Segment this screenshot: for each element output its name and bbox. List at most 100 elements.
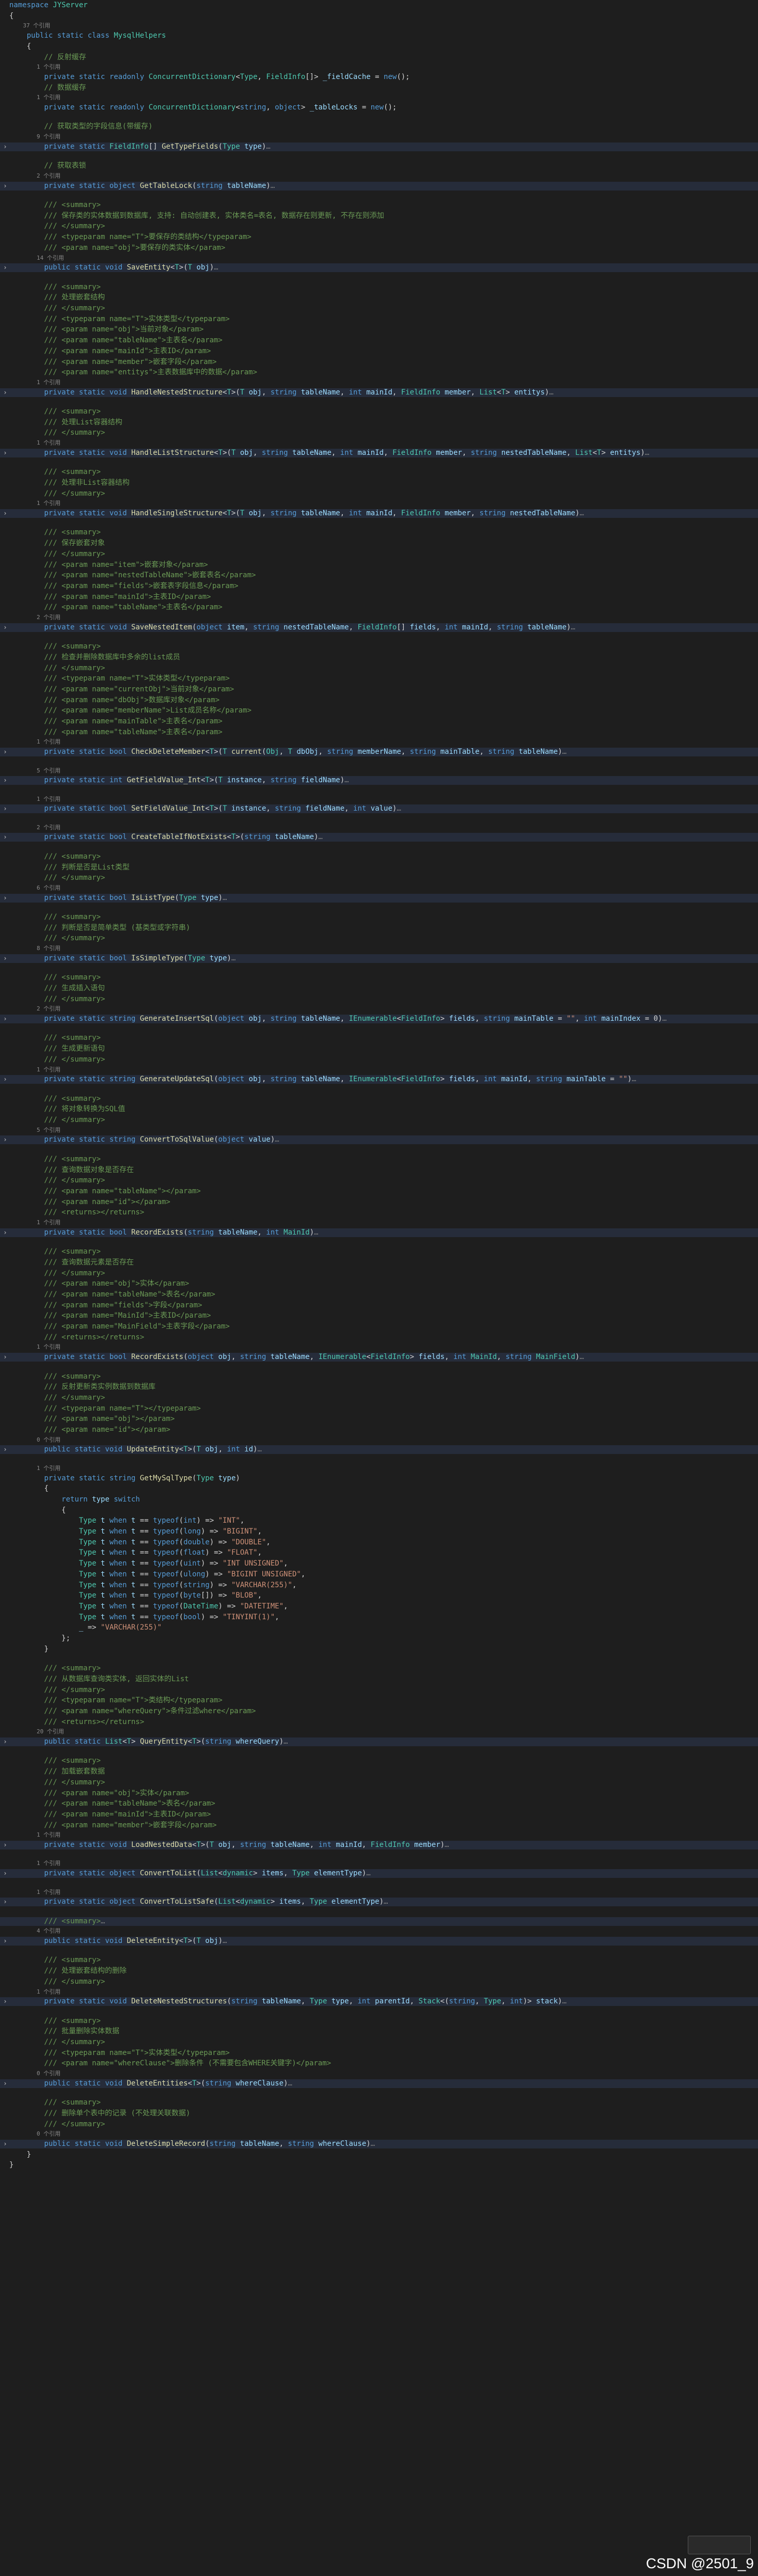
code-editor[interactable]: namespace JYServer { 37 个引用 public static…	[0, 0, 758, 2576]
reference-count-lens[interactable]: 1 个引用	[0, 64, 758, 71]
reference-count-lens[interactable]: 5 个引用	[0, 767, 758, 775]
expand-chevron-icon[interactable]: ›	[2, 263, 8, 272]
comment-line: /// <param name="mainId">主表ID</param>	[9, 1810, 211, 1819]
reference-count-lens[interactable]: 2 个引用	[0, 824, 758, 831]
comment-line: /// </summary>	[9, 2038, 105, 2046]
expand-chevron-icon[interactable]: ›	[2, 1228, 8, 1237]
expand-chevron-icon[interactable]: ›	[2, 449, 8, 457]
reference-count-lens[interactable]: 9 个引用	[0, 133, 758, 140]
reference-count-lens[interactable]: 0 个引用	[0, 2070, 758, 2077]
expand-chevron-icon[interactable]: ›	[2, 623, 8, 632]
reference-count-lens[interactable]: 1 个引用	[0, 94, 758, 101]
code-line: };	[61, 1634, 71, 1642]
comment-line: /// </summary>	[9, 1116, 105, 1124]
comment-line: /// 反射更新类实例数据到数据库	[9, 1383, 156, 1392]
expand-chevron-icon[interactable]: ›	[2, 748, 8, 756]
reference-count-lens[interactable]: 8 个引用	[0, 945, 758, 952]
reference-count-lens[interactable]: 1 个引用	[0, 1344, 758, 1351]
expand-chevron-icon[interactable]: ›	[2, 1898, 8, 1906]
expand-chevron-icon[interactable]: ›	[2, 182, 8, 191]
expand-chevron-icon[interactable]: ›	[2, 1937, 8, 1946]
comment-line: /// <typeparam name="T"></typeparam>	[9, 1404, 201, 1413]
expand-chevron-icon[interactable]: ›	[2, 388, 8, 397]
expand-chevron-icon[interactable]: ›	[2, 1075, 8, 1084]
reference-count-lens[interactable]: 1 个引用	[0, 738, 758, 746]
reference-count-lens[interactable]: 1 个引用	[0, 1988, 758, 1996]
expand-chevron-icon[interactable]: ›	[2, 2140, 8, 2148]
expand-chevron-icon[interactable]: ›	[2, 954, 8, 963]
collapsed-method: private static string ConvertToSqlValue(…	[0, 1135, 758, 1145]
reference-count-lens[interactable]: 1 个引用	[0, 1831, 758, 1839]
expand-chevron-icon[interactable]: ›	[2, 1445, 8, 1454]
comment-line: /// <param name="MainId">主表ID</param>	[9, 1311, 211, 1320]
expand-chevron-icon[interactable]: ›	[2, 776, 8, 785]
code-line: }	[9, 2161, 14, 2170]
expand-chevron-icon[interactable]: ›	[2, 143, 8, 151]
comment-line: /// <param name="tableName">表名</param>	[9, 1290, 215, 1299]
comment-line: /// 删除单个表中的记录 (不处理关联数据)	[9, 2109, 191, 2117]
code-line: private static readonly ConcurrentDictio…	[44, 72, 410, 81]
expand-chevron-icon[interactable]: ›	[2, 1135, 8, 1144]
reference-count-lens[interactable]: 14 个引用	[0, 255, 758, 262]
reference-count-lens[interactable]: 1 个引用	[0, 1860, 758, 1867]
comment-line: /// <summary>	[9, 913, 101, 921]
reference-count-lens[interactable]: 6 个引用	[0, 884, 758, 892]
reference-count-lens[interactable]: 1 个引用	[0, 379, 758, 386]
comment-line: /// </summary>	[9, 874, 105, 882]
reference-count-lens[interactable]: 1 个引用	[0, 1066, 758, 1073]
collapsed-method: private static string GenerateInsertSql(…	[0, 1015, 758, 1023]
collapsed-method: public static void SaveEntity<T>(T obj)……	[0, 263, 758, 273]
comment-line: /// <typeparam name="T">实体类型</typeparam>	[9, 2048, 230, 2057]
comment-line: /// <summary>	[9, 852, 101, 861]
reference-count-lens[interactable]: 5 个引用	[0, 1127, 758, 1134]
reference-count-lens[interactable]: 0 个引用	[0, 2130, 758, 2138]
reference-count-lens[interactable]: 37 个引用	[0, 22, 758, 29]
reference-count-lens[interactable]: 1 个引用	[0, 1889, 758, 1896]
expand-chevron-icon[interactable]: ›	[2, 1841, 8, 1850]
code-line: {	[44, 1484, 49, 1493]
reference-count-lens[interactable]: 2 个引用	[0, 1005, 758, 1013]
collapsed-method: private static bool IsSimpleType(Type ty…	[0, 954, 758, 963]
comment-line: /// 查询数据元素是否存在	[9, 1258, 134, 1267]
expand-chevron-icon[interactable]: ›	[2, 1997, 8, 2006]
reference-count-lens[interactable]: 1 个引用	[0, 1219, 758, 1226]
expand-chevron-icon[interactable]: ›	[2, 1015, 8, 1023]
expand-chevron-icon[interactable]: ›	[2, 1869, 8, 1878]
reference-count-lens[interactable]: 1 个引用	[0, 439, 758, 447]
code-line: Type t when t == typeof(double) => "DOUB…	[78, 1538, 271, 1546]
comment-line: /// <param name="tableName"></param>	[9, 1187, 201, 1195]
reference-count-lens[interactable]: 1 个引用	[0, 500, 758, 507]
collapsed-method: private static bool CheckDeleteMember<T>…	[0, 748, 758, 757]
expand-chevron-icon[interactable]: ›	[2, 833, 8, 842]
comment-line: /// <summary>	[9, 973, 101, 982]
expand-chevron-icon[interactable]: ›	[2, 894, 8, 903]
expand-chevron-icon[interactable]: ›	[2, 1737, 8, 1746]
reference-count-lens[interactable]: 1 个引用	[0, 1465, 758, 1472]
reference-count-lens[interactable]: 4 个引用	[0, 1927, 758, 1935]
expand-chevron-icon[interactable]: ›	[2, 1353, 8, 1362]
comment-line: /// <param name="obj">要保存的类实体</param>	[9, 243, 226, 252]
expand-chevron-icon[interactable]: ›	[2, 804, 8, 813]
reference-count-lens[interactable]: 20 个引用	[0, 1728, 758, 1735]
comment-line: /// 从数据库查询类实体, 返回实体的List	[9, 1674, 189, 1683]
reference-count-lens[interactable]: 0 个引用	[0, 1436, 758, 1444]
reference-count-lens[interactable]: 2 个引用	[0, 172, 758, 180]
comment-line: /// <summary>	[9, 407, 101, 416]
comment-line: /// 将对象转换为SQL值	[9, 1105, 125, 1114]
comment-line: /// 判断是否是List类型	[9, 863, 130, 872]
reference-count-lens[interactable]: 1 个引用	[0, 796, 758, 803]
code-line: Type t when t == typeof(long) => "BIGINT…	[78, 1527, 262, 1536]
reference-count-lens[interactable]: 2 个引用	[0, 614, 758, 621]
comment-line: /// <param name="whereQuery">条件过滤where</…	[9, 1706, 256, 1715]
expand-chevron-icon[interactable]: ›	[2, 2079, 8, 2088]
comment-line: /// </summary>	[9, 222, 105, 231]
collapsed-method: private static void DeleteNestedStructur…	[0, 1997, 758, 2006]
comment-line: /// 处理非List容器结构	[9, 478, 130, 487]
code-line: namespace JYServer	[9, 1, 88, 9]
expand-chevron-icon[interactable]: ›	[2, 509, 8, 518]
